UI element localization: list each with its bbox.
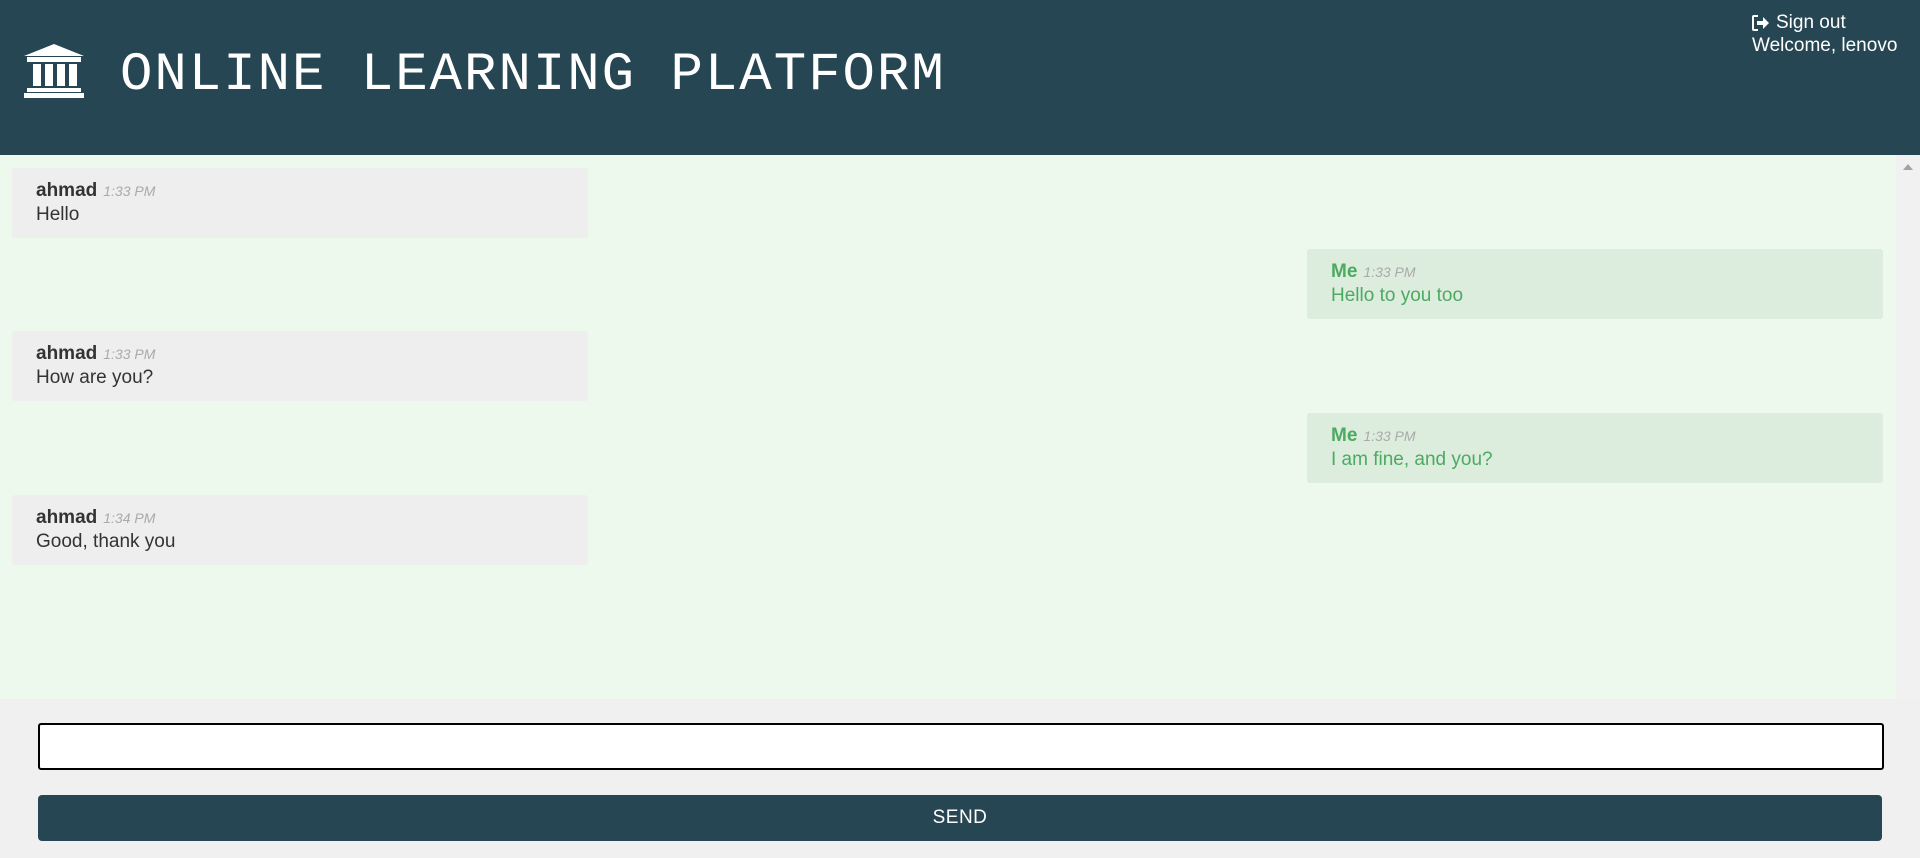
chat-scrollbar[interactable]: [1896, 155, 1920, 699]
message-input[interactable]: [38, 723, 1884, 770]
chat-message: ahmad 1:33 PM Hello: [12, 168, 588, 238]
chat-messages: ahmad 1:33 PM Hello Me 1:33 PM Hello to …: [0, 155, 1896, 699]
message-author: ahmad: [36, 507, 98, 528]
message-time: 1:33 PM: [103, 183, 156, 199]
chat-message: ahmad 1:33 PM How are you?: [12, 331, 588, 401]
chat-message-own: Me 1:33 PM I am fine, and you?: [1307, 413, 1883, 483]
message-author: ahmad: [36, 180, 98, 201]
send-button[interactable]: SEND: [38, 795, 1882, 841]
message-text: How are you?: [36, 367, 154, 388]
sign-out-link[interactable]: Sign out: [1752, 11, 1897, 34]
bank-columns-icon: [24, 44, 84, 98]
app-header: ONLINE LEARNING PLATFORM Sign out Welcom…: [0, 0, 1920, 155]
sign-out-icon: [1752, 14, 1769, 31]
message-author: Me: [1331, 425, 1358, 446]
sign-out-label: Sign out: [1776, 12, 1846, 33]
message-author: Me: [1331, 261, 1358, 282]
scroll-up-arrow-icon[interactable]: [1903, 164, 1913, 170]
message-text: Good, thank you: [36, 531, 176, 552]
chat-message: ahmad 1:34 PM Good, thank you: [12, 495, 588, 565]
message-author: ahmad: [36, 343, 98, 364]
app-title: ONLINE LEARNING PLATFORM: [120, 45, 946, 106]
message-time: 1:33 PM: [1363, 264, 1416, 280]
message-time: 1:33 PM: [103, 346, 156, 362]
message-time: 1:33 PM: [1363, 428, 1416, 444]
user-menu: Sign out Welcome, lenovo: [1752, 11, 1897, 57]
message-text: Hello: [36, 204, 80, 225]
welcome-text: Welcome, lenovo: [1752, 35, 1898, 56]
message-time: 1:34 PM: [103, 510, 156, 526]
chat-message-own: Me 1:33 PM Hello to you too: [1307, 249, 1883, 319]
message-text: I am fine, and you?: [1331, 449, 1493, 470]
message-text: Hello to you too: [1331, 285, 1464, 306]
